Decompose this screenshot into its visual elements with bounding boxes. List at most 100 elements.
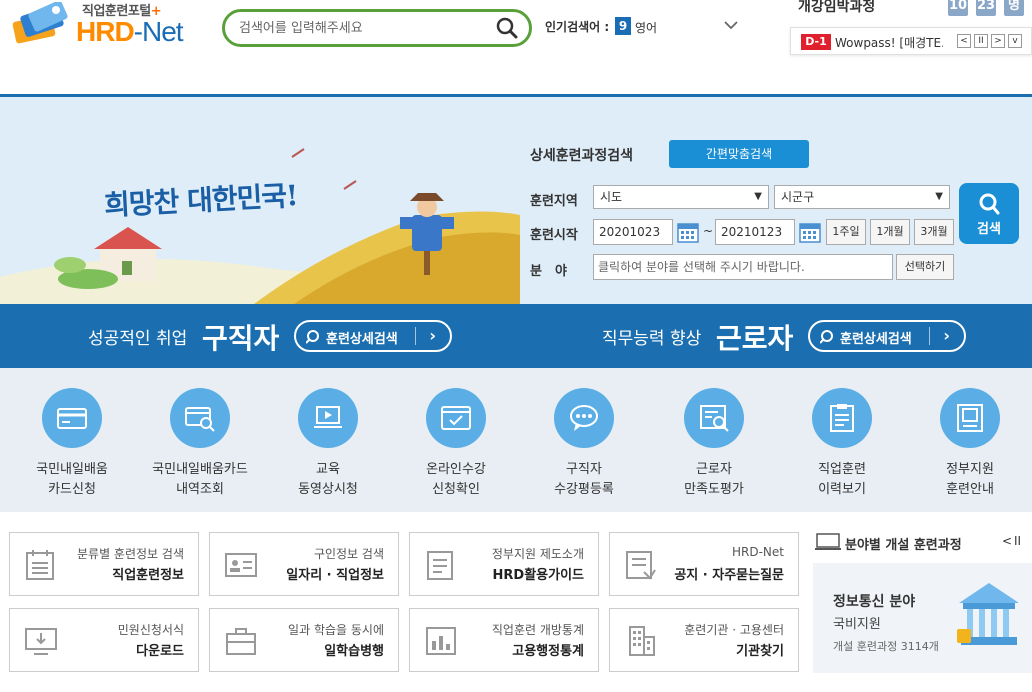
counter-digit: 23 xyxy=(976,0,996,16)
field-select-input[interactable]: 클릭하여 분야를 선택해 주시기 바랍니다. xyxy=(593,254,893,280)
tile-subtitle: HRD-Net xyxy=(732,545,784,559)
search-icon[interactable] xyxy=(495,16,519,40)
building-icon xyxy=(629,626,655,656)
header: 직업훈련포털+ HRD-Net 인기검색어 : 9 영어 개강임박과정 10 2… xyxy=(0,0,1032,94)
worker-title: 근로자 xyxy=(716,322,794,355)
region-sido-value: 시도 xyxy=(600,190,623,204)
ticker-expand-button[interactable]: v xyxy=(1008,34,1022,48)
quick-menu-card-history[interactable]: 국민내일배움카드 내역조회 xyxy=(136,388,264,500)
quick-search-button[interactable]: 간편맞춤검색 xyxy=(669,140,809,168)
upcoming-course-ticker: D-1 Wowpass! [매경TE... < II > v xyxy=(790,27,1032,55)
tile-subtitle: 민원신청서식 xyxy=(117,623,184,637)
search-icon xyxy=(306,330,319,344)
start-date-label: 훈련시작 xyxy=(530,228,578,243)
jobseeker-subtitle: 성공적인 취업 xyxy=(88,329,188,349)
download-monitor-icon xyxy=(25,628,57,655)
icon-circle xyxy=(684,388,744,448)
notice-document-icon xyxy=(626,551,656,580)
tile-hrd-guide[interactable]: 정부지원 제도소개 HRD활용가이드 xyxy=(409,532,599,596)
quick-menu-label: 교육 동영상시청 xyxy=(298,462,358,497)
tile-statistics[interactable]: 직업훈련 개방통계 고용행정통계 xyxy=(409,608,599,672)
tile-notice-faq[interactable]: HRD-Net 공지 · 자주묻는질문 xyxy=(609,532,799,596)
notepad-icon xyxy=(427,551,453,580)
detail-search-label: 검색 xyxy=(977,222,1001,237)
ticker-pause-button[interactable]: II xyxy=(974,34,988,48)
hero-banner: 희망찬 대한민국! 상세훈련과정검색 간편맞춤검색 훈련지역 시도 ▼ 시군구 … xyxy=(0,94,1032,304)
search-icon xyxy=(820,330,833,344)
counter-digit: 10 xyxy=(948,0,968,16)
dday-badge: D-1 xyxy=(801,34,831,50)
start-date-to-input[interactable]: 20210123 xyxy=(715,219,795,245)
field-courses-prev-button[interactable]: < xyxy=(1002,534,1012,548)
quick-menu-label: 국민내일배움 카드신청 xyxy=(36,462,108,497)
tile-subtitle: 구인정보 검색 xyxy=(313,547,384,561)
credit-card-icon xyxy=(57,408,87,429)
quick-menu-video[interactable]: 교육 동영상시청 xyxy=(264,388,392,500)
region-sido-select[interactable]: 시도 ▼ xyxy=(593,185,769,209)
popular-rank-badge: 9 xyxy=(615,17,631,35)
quick-menu-label: 온라인수강 신청확인 xyxy=(426,462,486,497)
quick-menu: 국민내일배움 카드신청 국민내일배움카드 내역조회 교육 동영상시청 온라인수강 신청확… xyxy=(0,368,1032,512)
icon-circle xyxy=(298,388,358,448)
period-1week-button[interactable]: 1주일 xyxy=(826,219,866,245)
popular-keyword-link[interactable]: 영어 xyxy=(635,19,657,36)
jobseeker-title: 구직자 xyxy=(202,322,280,355)
hrd-net-logo[interactable]: 직업훈련포털+ HRD-Net xyxy=(8,0,198,50)
user-type-bar: 성공적인 취업 구직자 훈련상세검색 › 직무능력 향상 근로자 훈련상세검색 … xyxy=(0,304,1032,368)
period-1month-button[interactable]: 1개월 xyxy=(870,219,910,245)
ticker-prev-button[interactable]: < xyxy=(957,34,971,48)
browser-check-icon xyxy=(441,406,471,430)
icon-circle xyxy=(812,388,872,448)
field-choose-button[interactable]: 선택하기 xyxy=(896,254,954,280)
tile-subtitle: 훈련기관 · 고용센터 xyxy=(684,623,784,637)
tile-subtitle: 분류별 훈련정보 검색 xyxy=(77,547,184,561)
field-course-card[interactable]: 정보통신 분야 국비지원 개설 훈련과정 3114개 xyxy=(813,563,1032,673)
calendar-list-icon xyxy=(26,550,54,580)
book-icon xyxy=(957,404,983,432)
detail-search-title: 상세훈련과정검색 xyxy=(530,148,634,164)
icon-circle xyxy=(940,388,1000,448)
jobseeker-detail-search-button[interactable]: 훈련상세검색 › xyxy=(294,320,452,352)
quick-menu-label: 구직자 수강평등록 xyxy=(554,462,614,497)
quick-menu-label: 직업훈련 이력보기 xyxy=(818,462,866,497)
detail-search-button[interactable]: 검색 xyxy=(959,183,1019,244)
quick-menu-online-check[interactable]: 온라인수강 신청확인 xyxy=(392,388,520,500)
field-card-title: 정보통신 분야 xyxy=(833,594,916,610)
bank-building-icon xyxy=(957,583,1019,645)
worker-detail-search-label: 훈련상세검색 xyxy=(840,332,912,347)
period-3month-button[interactable]: 3개월 xyxy=(914,219,954,245)
region-sigungu-select[interactable]: 시군구 ▼ xyxy=(774,185,950,209)
tile-work-study[interactable]: 일과 학습을 동시에 일학습병행 xyxy=(209,608,399,672)
tile-title: 다운로드 xyxy=(136,644,184,659)
chevron-down-icon[interactable] xyxy=(722,16,740,34)
tile-job-info[interactable]: 구인정보 검색 일자리 · 직업정보 xyxy=(209,532,399,596)
ticker-course-link[interactable]: Wowpass! [매경TE... xyxy=(835,34,943,51)
jobseeker-detail-search-label: 훈련상세검색 xyxy=(326,332,398,347)
icon-circle xyxy=(426,388,486,448)
bar-chart-icon xyxy=(426,627,456,655)
tile-download[interactable]: 민원신청서식 다운로드 xyxy=(9,608,199,672)
tile-title: 일자리 · 직업정보 xyxy=(286,568,384,583)
tile-subtitle: 직업훈련 개방통계 xyxy=(491,623,584,637)
chevron-right-icon: › xyxy=(429,326,436,345)
calendar-icon[interactable] xyxy=(799,221,821,243)
quick-menu-gov-support[interactable]: 정부지원 훈련안내 xyxy=(906,388,1032,500)
start-date-from-input[interactable]: 20201023 xyxy=(593,219,673,245)
search-input[interactable] xyxy=(239,18,489,38)
quick-menu-review[interactable]: 구직자 수강평등록 xyxy=(520,388,648,500)
tile-training-info[interactable]: 분류별 훈련정보 검색 직업훈련정보 xyxy=(9,532,199,596)
icon-circle xyxy=(170,388,230,448)
quick-menu-card-apply[interactable]: 국민내일배움 카드신청 xyxy=(8,388,136,500)
field-courses-pause-button[interactable]: II xyxy=(1014,534,1021,548)
speech-bubble-icon xyxy=(570,405,598,431)
chevron-right-icon: › xyxy=(943,326,950,345)
worker-detail-search-button[interactable]: 훈련상세검색 › xyxy=(808,320,966,352)
quick-menu-satisfaction[interactable]: 근로자 만족도평가 xyxy=(650,388,778,500)
chevron-down-icon: ▼ xyxy=(935,191,943,202)
tile-find-institution[interactable]: 훈련기관 · 고용센터 기관찾기 xyxy=(609,608,799,672)
ticker-next-button[interactable]: > xyxy=(991,34,1005,48)
calendar-icon[interactable] xyxy=(677,221,699,243)
counter-unit: 명 xyxy=(1004,0,1024,16)
tile-title: 공지 · 자주묻는질문 xyxy=(674,568,784,583)
quick-menu-training-history[interactable]: 직업훈련 이력보기 xyxy=(778,388,906,500)
